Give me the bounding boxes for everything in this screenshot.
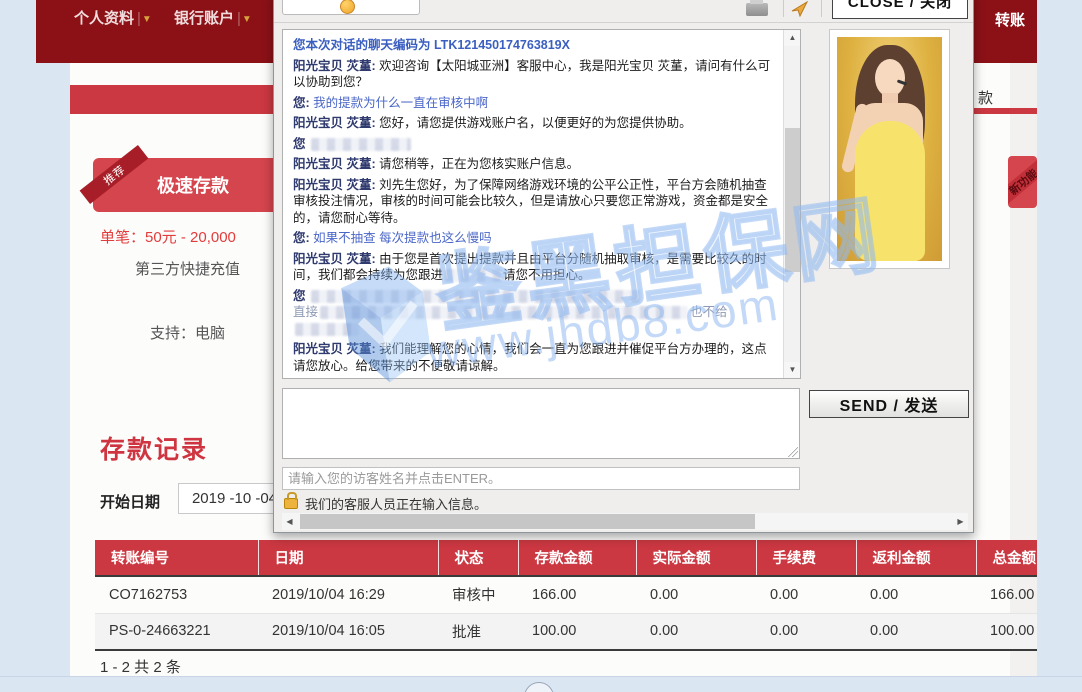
table-cell: 100.00 — [518, 613, 636, 650]
scroll-down-icon[interactable]: ▼ — [784, 362, 801, 378]
nav-profile-label: 个人资料 — [74, 10, 134, 27]
table-header-cell: 手续费 — [756, 540, 856, 576]
nav-bank-label: 银行账户 — [174, 10, 234, 27]
typing-status: 我们的客服人员正在输入信息。 — [305, 494, 487, 513]
scroll-left-icon[interactable]: ◀ — [282, 513, 297, 530]
chat-compose-textarea[interactable] — [282, 388, 800, 459]
nav-item-bank-account[interactable]: 银行账户|▼ — [174, 7, 252, 28]
print-icon[interactable] — [746, 3, 768, 16]
table-cell: 0.00 — [856, 613, 976, 650]
table-cell: 审核中 — [438, 576, 518, 613]
chat-message: 您: 如果不抽查 每次提款也这么慢吗 — [293, 230, 771, 247]
table-header-cell: 日期 — [258, 540, 438, 576]
visitor-name-input[interactable] — [282, 467, 800, 490]
table-cell: 0.00 — [756, 613, 856, 650]
table-cell: 0.00 — [756, 576, 856, 613]
chat-message: 您 直接也不给 — [293, 288, 771, 338]
chat-message: 阳光宝贝 苂蓳: 欢迎咨询【太阳城亚洲】客服中心，我是阳光宝贝 苂蓳，请问有什么… — [293, 58, 771, 91]
nav-item-transfer[interactable]: 转账 — [995, 9, 1025, 30]
photo-dress — [855, 121, 925, 261]
new-feature-ribbon: 新功能 — [1008, 156, 1037, 208]
deposit-limit-text: 单笔：50元 - 20,000 — [100, 226, 236, 247]
table-header-cell: 总金额 — [976, 540, 1037, 576]
table-header-cell: 存款金额 — [518, 540, 636, 576]
chat-message: 阳光宝贝 苂蓳: 刘先生您好，为了保障网络游戏环境的公平公正性，平台方会随机抽查… — [293, 177, 771, 227]
table-cell: 100.00 — [976, 613, 1037, 650]
tab-partial-label[interactable]: 款 — [978, 87, 993, 108]
table-cell: 2019/10/04 16:05 — [258, 613, 438, 650]
chat-message-area: 您本次对话的聊天编码为 LTK121450174763819X 阳光宝贝 苂蓳: … — [282, 29, 801, 379]
fast-deposit-label: 极速存款 — [157, 172, 229, 198]
nav-separator: | — [137, 10, 141, 27]
toolbar-separator — [783, 0, 784, 17]
table-cell: 批准 — [438, 613, 518, 650]
redacted-text — [311, 290, 641, 303]
chat-message: 您: 行了 不等了 不提拉倒 当输了 去宣传一下 — [293, 378, 771, 379]
redacted-text — [445, 269, 501, 282]
deposit-support-text: 支持：电脑 — [150, 322, 225, 343]
records-tbody: CO71627532019/10/04 16:29审核中166.000.000.… — [95, 576, 1037, 650]
records-table: 转账编号日期状态存款金额实际金额手续费返利金额总金额 CO71627532019… — [95, 540, 1037, 651]
start-date-label: 开始日期 — [100, 491, 160, 512]
table-header-cell: 状态 — [438, 540, 518, 576]
redacted-text — [295, 323, 359, 336]
chevron-down-icon: ▼ — [242, 14, 252, 25]
nav-separator: | — [237, 10, 241, 27]
table-row: CO71627532019/10/04 16:29审核中166.000.000.… — [95, 576, 1037, 613]
chevron-down-icon: ▼ — [142, 14, 152, 25]
redacted-text — [311, 138, 411, 151]
close-button[interactable]: CLOSE / 关闭 — [832, 0, 968, 19]
table-cell: 0.00 — [856, 576, 976, 613]
scroll-up-icon[interactable]: ▲ — [784, 30, 801, 46]
table-cell: 166.00 — [976, 576, 1037, 613]
chat-message: 您: 我的提款为什么一直在审核中啊 — [293, 95, 771, 112]
photo-face — [875, 59, 905, 97]
chat-message: 阳光宝贝 苂蓳: 您好，请您提供游戏账户名，以便更好的为您提供协助。 — [293, 115, 771, 132]
table-header-cell: 返利金额 — [856, 540, 976, 576]
vertical-scrollbar[interactable]: ▲ ▼ — [783, 30, 800, 378]
agent-photo — [837, 37, 942, 261]
new-feature-button[interactable]: 新功能 — [1008, 156, 1037, 208]
table-cell: 0.00 — [636, 613, 756, 650]
pagination-text: 1 - 2 共 2 条 — [100, 656, 181, 677]
table-row: PS-0-246632212019/10/04 16:05批准100.000.0… — [95, 613, 1037, 650]
horizontal-scrollbar[interactable]: ◀ ▶ — [282, 513, 968, 530]
table-cell: CO7162753 — [95, 576, 258, 613]
table-cell: PS-0-24663221 — [95, 613, 258, 650]
send-cursor-icon[interactable] — [791, 1, 809, 17]
chat-messages: 您本次对话的聊天编码为 LTK121450174763819X 阳光宝贝 苂蓳: … — [293, 37, 771, 379]
resize-grip[interactable] — [788, 447, 798, 457]
lock-icon — [284, 498, 298, 509]
chat-message: 阳光宝贝 苂蓳: 我们能理解您的心情，我们会一直为您跟进并催促平台方办理的，这点… — [293, 341, 771, 374]
table-cell: 0.00 — [636, 576, 756, 613]
chat-message: 您本次对话的聊天编码为 LTK121450174763819X — [293, 37, 771, 54]
records-title: 存款记录 — [100, 430, 208, 466]
deposit-method-text: 第三方快捷充值 — [135, 258, 240, 279]
agent-photo-frame — [829, 29, 950, 269]
table-header-cell: 转账编号 — [95, 540, 258, 576]
toolbar-separator — [821, 0, 822, 17]
chat-message: 阳光宝贝 苂蓳: 请您稍等，正在为您核实账户信息。 — [293, 156, 771, 173]
footer-strip — [0, 676, 1082, 692]
scroll-right-icon[interactable]: ▶ — [953, 513, 968, 530]
chat-window: CLOSE / 关闭 您本次对话的聊天编码为 LTK12145017476381… — [273, 0, 974, 533]
vertical-scroll-thumb[interactable] — [785, 128, 800, 272]
records-table-wrap: 转账编号日期状态存款金额实际金额手续费返利金额总金额 CO71627532019… — [95, 540, 1037, 651]
fast-deposit-button[interactable]: 极速存款 推荐 — [93, 158, 293, 212]
redacted-text — [320, 306, 688, 319]
nav-item-profile[interactable]: 个人资料|▼ — [74, 7, 152, 28]
horizontal-scroll-thumb[interactable] — [300, 514, 755, 529]
table-cell: 2019/10/04 16:29 — [258, 576, 438, 613]
float-button[interactable] — [524, 682, 554, 692]
send-button[interactable]: SEND / 发送 — [809, 390, 969, 418]
table-header-cell: 实际金额 — [636, 540, 756, 576]
chat-message: 阳光宝贝 苂蓳: 由于您是首次提出提款并且由平台分随机抽取审核，是需要比较久的时… — [293, 251, 771, 284]
chat-message: 您 — [293, 136, 771, 153]
table-cell: 166.00 — [518, 576, 636, 613]
screen: 个人资料|▼ 银行账户|▼ 转账 款 极速存款 推荐 新功能 单笔：50元 - … — [0, 0, 1082, 692]
toolbar-divider — [274, 22, 973, 23]
table-header-row: 转账编号日期状态存款金额实际金额手续费返利金额总金额 — [95, 540, 1037, 576]
